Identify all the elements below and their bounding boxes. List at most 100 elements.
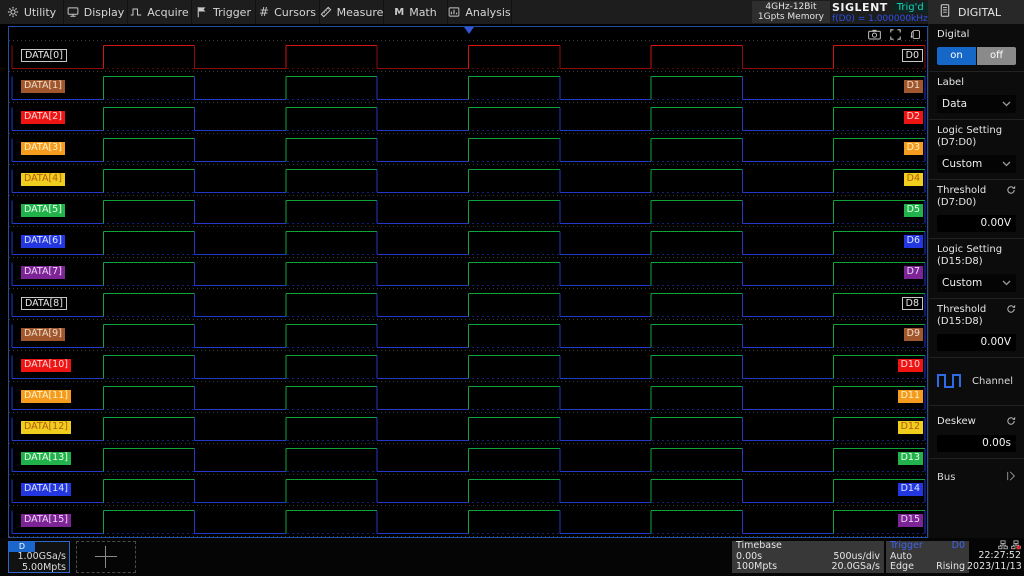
clock-date: 2023/11/13	[967, 561, 1021, 572]
channel-id-badge: D2	[904, 111, 923, 124]
trigger-title: Trigger	[890, 541, 923, 552]
add-channel-box[interactable]	[76, 541, 136, 573]
menu-analysis-label: Analysis	[465, 6, 510, 19]
channel-label-badge[interactable]: DATA[2]	[21, 111, 65, 124]
channel-label-badge[interactable]: DATA[10]	[21, 359, 71, 372]
channel-id-badge: D5	[904, 204, 923, 217]
timebase-points: 100Mpts	[736, 562, 777, 573]
chevron-right-icon	[1006, 471, 1016, 484]
trigger-position-marker[interactable]	[464, 27, 474, 34]
brand-logo: SIGLENT	[832, 1, 888, 14]
channel-label-badge[interactable]: DATA[12]	[21, 421, 71, 434]
screenshot-camera-icon[interactable]	[868, 29, 881, 40]
math-icon: M	[394, 7, 404, 18]
logic1-title-line2: (D7:D0)	[937, 137, 1016, 149]
frequency-counter-readout: f(D0) = 1.000000kHz	[832, 14, 928, 24]
channel-id-badge: D12	[898, 421, 923, 434]
lan-icon	[998, 540, 1008, 550]
channel-id-badge: D6	[904, 235, 923, 248]
channel-id-badge: D9	[904, 328, 923, 341]
lan-disconnected-icon	[1011, 540, 1021, 550]
menu-acquire[interactable]: Acquire	[128, 0, 192, 24]
channel-label-badge[interactable]: DATA[11]	[21, 390, 71, 403]
label-dropdown[interactable]: Data	[937, 95, 1016, 113]
channel-id-badge: D1	[904, 80, 923, 93]
logic-setting-1-section: Logic Setting (D7:D0) Custom	[929, 120, 1024, 180]
channel-label-badge[interactable]: DATA[14]	[21, 483, 71, 496]
channel-section[interactable]: Channel	[929, 358, 1024, 406]
threshold2-input[interactable]: 0.00V	[937, 334, 1016, 351]
square-wave-icon	[937, 372, 963, 391]
analysis-icon	[448, 6, 460, 18]
logic1-dropdown[interactable]: Custom	[937, 155, 1016, 173]
menu-cursors[interactable]: # Cursors	[256, 0, 320, 24]
channel-label-badge[interactable]: DATA[13]	[21, 452, 71, 465]
bus-section[interactable]: Bus	[929, 459, 1024, 496]
plot-toolbar	[868, 29, 921, 40]
acquisition-info-box[interactable]: 4GHz-12Bit 1Gpts Memory	[752, 1, 830, 23]
timebase-panel[interactable]: Timebase 0.00s 500us/div 100Mpts 20.0GSa…	[732, 541, 884, 573]
channel-label-badge[interactable]: DATA[4]	[21, 173, 65, 186]
menu-display[interactable]: Display	[64, 0, 128, 24]
trigger-type: Edge	[890, 562, 914, 573]
refresh-icon[interactable]	[1006, 185, 1016, 198]
chevron-down-icon	[1002, 158, 1011, 170]
digital-off-button[interactable]: off	[977, 47, 1016, 65]
digital-channel-box[interactable]: D 1.00GSa/s 5.00Mpts	[8, 541, 70, 573]
sidebar-title: DIGITAL	[958, 6, 1001, 19]
chevron-down-icon	[1002, 277, 1011, 289]
channel-label-badge[interactable]: DATA[6]	[21, 235, 65, 248]
channel-label-badge[interactable]: DATA[3]	[21, 142, 65, 155]
main-area: DATA[0]D0DATA[1]D1DATA[2]D2DATA[3]D3DATA…	[0, 24, 1024, 538]
menu-acquire-label: Acquire	[147, 6, 188, 19]
menu-analysis[interactable]: Analysis	[448, 0, 512, 24]
digital-sidebar: Digital on off Label Data Logic Setting …	[928, 24, 1024, 538]
clock-time: 22:27:52	[967, 550, 1021, 561]
threshold-1-section: Threshold (D7:D0) 0.00V	[929, 180, 1024, 239]
deskew-input[interactable]: 0.00s	[937, 435, 1016, 452]
logic2-dropdown-value: Custom	[942, 277, 982, 289]
threshold1-input[interactable]: 0.00V	[937, 215, 1016, 232]
digital-section-label: Digital	[937, 29, 1016, 41]
refresh-icon[interactable]	[1006, 416, 1016, 429]
channel-label-badge[interactable]: DATA[1]	[21, 80, 65, 93]
acq-memory: 1Gpts Memory	[758, 12, 824, 22]
channel-label-badge[interactable]: DATA[7]	[21, 266, 65, 279]
menu-math[interactable]: M Math	[384, 0, 448, 24]
channel-id-badge: D8	[902, 297, 923, 310]
trigger-panel[interactable]: Trigger D0 Auto Edge Rising	[886, 541, 969, 573]
trigger-slope: Rising	[936, 562, 965, 573]
channel-label-badge[interactable]: DATA[5]	[21, 204, 65, 217]
network-status-icons	[967, 540, 1021, 550]
menu-measure[interactable]: Measure	[320, 0, 384, 24]
bottom-status-bar: D 1.00GSa/s 5.00Mpts Timebase 0.00s 500u…	[0, 538, 1024, 576]
acquire-icon	[130, 6, 142, 18]
channel-label-badge[interactable]: DATA[0]	[21, 49, 67, 62]
channel-id-badge: D10	[898, 359, 923, 372]
logic2-title-line1: Logic Setting	[937, 244, 1016, 256]
acq-bandwidth: 4GHz-12Bit	[758, 2, 824, 12]
channel-label-badge[interactable]: DATA[8]	[21, 297, 67, 310]
deskew-section: Deskew 0.00s	[929, 406, 1024, 459]
menu-utility[interactable]: Utility	[0, 0, 64, 24]
trigger-status-badge: Trig'd	[893, 2, 928, 13]
reset-view-icon[interactable]	[910, 29, 921, 40]
channel-id-badge: D7	[904, 266, 923, 279]
logic2-dropdown[interactable]: Custom	[937, 274, 1016, 292]
channel-id-badge: D15	[898, 514, 923, 527]
timebase-title: Timebase	[736, 541, 782, 552]
menu-trigger[interactable]: Trigger	[192, 0, 256, 24]
fullscreen-icon[interactable]	[890, 29, 901, 40]
waveform-display: DATA[0]D0DATA[1]D1DATA[2]D2DATA[3]D3DATA…	[8, 26, 928, 538]
digital-on-button[interactable]: on	[937, 47, 976, 65]
plot-wrap: DATA[0]D0DATA[1]D1DATA[2]D2DATA[3]D3DATA…	[0, 24, 928, 538]
display-icon	[67, 6, 79, 18]
plus-crosshair-icon	[95, 546, 117, 568]
digital-waveform-canvas	[9, 27, 927, 537]
refresh-icon[interactable]	[1006, 304, 1016, 317]
bus-label: Bus	[937, 472, 955, 483]
digital-sample-rate: 1.00GSa/s	[17, 551, 66, 562]
oscilloscope-app: Utility Display Acquire Trigger # Cursor…	[0, 0, 1024, 576]
channel-label-badge[interactable]: DATA[9]	[21, 328, 65, 341]
channel-label-badge[interactable]: DATA[15]	[21, 514, 71, 527]
